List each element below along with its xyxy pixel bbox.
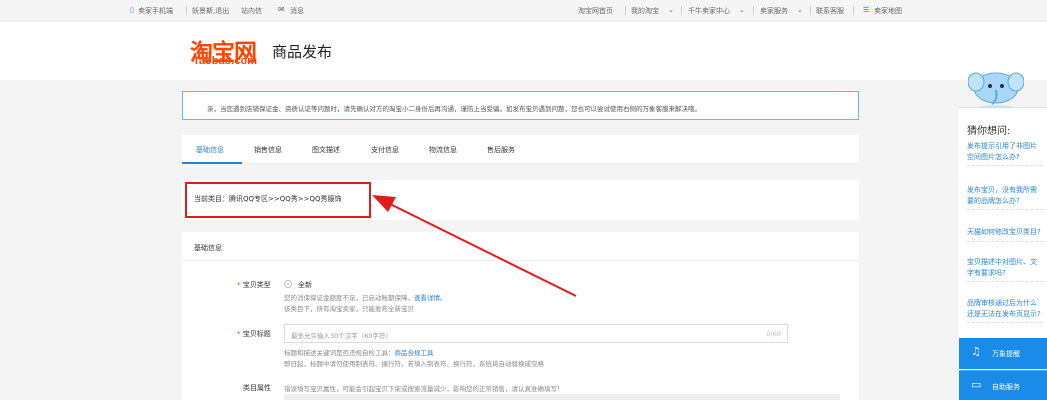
seller-center-menu[interactable]: 千牛卖家中心 <box>688 6 730 16</box>
divider <box>753 6 754 15</box>
title-tab-hint: 即日起，标题中请勿使用制表符、换行符。若填入制表符、换行符，系统将自动替换成空格 <box>284 360 544 368</box>
chevron-down-icon: ⌄ <box>739 6 745 14</box>
bell-icon: ♫ <box>971 345 981 358</box>
tab-basic-info[interactable]: 基础信息 <box>196 145 224 155</box>
item-type-label-text: 宝贝类型 <box>242 281 271 289</box>
form-tabs: 基础信息 销售信息 图文描述 支付信息 物流信息 售后服务 <box>182 135 859 164</box>
faq-item[interactable]: 天猫如何修改宝贝类目? <box>967 227 1043 242</box>
item-title-input[interactable]: 最多允许输入30个汉字（60字符） 0/60 <box>284 324 788 343</box>
compliance-tool-link[interactable]: 商品合规工具 <box>395 349 434 357</box>
seller-mobile-link[interactable]: 卖家手机端 <box>138 6 173 16</box>
arrow-head <box>372 195 396 212</box>
mascot-icon[interactable] <box>968 66 1024 110</box>
taobao-logo-en: Taobao.com <box>193 55 257 67</box>
divider <box>681 6 682 15</box>
divider <box>810 6 811 15</box>
contact-service-link[interactable]: 联系客服 <box>816 6 844 16</box>
mail-icon: ✉ <box>278 5 285 14</box>
chat-icon: ▭ <box>971 378 982 391</box>
annotation-highlight-box <box>185 182 371 218</box>
new-item-radio[interactable] <box>284 280 292 288</box>
top-bar: ▯ 卖家手机端 妖景斯,退出 站内信 ✉ 消息 淘宝网首页 我的淘宝 ⌄ 千牛卖… <box>0 0 1047 22</box>
self-service-button[interactable]: ▭ 自助服务 <box>959 370 1047 400</box>
faq-item[interactable]: 发布宝贝，没有我所需要的品牌怎么办? <box>967 185 1043 210</box>
category-new-only-hint: 该类目下，所有淘宝卖家，只能发布全新宝贝 <box>284 305 414 313</box>
divider <box>186 6 187 15</box>
tab-payment[interactable]: 支付信息 <box>371 145 399 155</box>
page-title: 商品发布 <box>272 43 333 61</box>
seller-sitemap-link[interactable]: 卖家地图 <box>874 6 902 16</box>
seller-service-menu[interactable]: 卖家服务 <box>760 6 788 16</box>
self-service-label: 自助服务 <box>992 383 1020 391</box>
item-title-label-text: 宝贝标题 <box>242 330 271 338</box>
attr-panel <box>284 394 840 400</box>
inbox-link[interactable]: 站内信 <box>241 6 262 16</box>
alert-button[interactable]: ♫ 万象提醒 <box>959 338 1047 369</box>
tab-sales-info[interactable]: 销售信息 <box>254 145 282 155</box>
item-title-label: * 宝贝标题 <box>237 330 271 338</box>
sidebar-title: 猜你想问: <box>967 126 1011 137</box>
title-check-hint: 标题和描述关键词是否违规自检工具：商品合规工具 <box>284 347 434 357</box>
security-notice: 亲，当您遇到店铺保证金、资质认证等问题时，请先确认对方的淘宝小二身份后再沟通，谨… <box>182 91 859 120</box>
new-item-option[interactable]: 全新 <box>298 280 312 290</box>
message-link[interactable]: 消息 <box>290 6 304 16</box>
my-taobao-menu[interactable]: 我的淘宝 <box>631 6 659 16</box>
alert-button-label: 万象提醒 <box>992 350 1020 358</box>
faq-item[interactable]: 宝贝描述中对图片、文字有要求吗? <box>967 257 1043 282</box>
active-tab-indicator <box>182 162 242 164</box>
mobile-icon: ▯ <box>130 6 134 14</box>
taobao-home-link[interactable]: 淘宝网首页 <box>578 6 613 16</box>
tab-logistics[interactable]: 物流信息 <box>429 145 457 155</box>
title-check-text: 标题和描述关键词是否违规自检工具： <box>284 349 395 357</box>
arrow-line <box>381 199 577 297</box>
tab-after-sales[interactable]: 售后服务 <box>487 145 515 155</box>
divider <box>625 6 626 15</box>
title-char-counter: 0/60 <box>766 330 781 338</box>
item-type-label: * 宝贝类型 <box>237 281 271 289</box>
faq-item[interactable]: 品牌审核通过后为什么还是无法在发布页显示? <box>967 298 1043 323</box>
section-title: 基础信息 <box>194 244 222 252</box>
menu-icon: ☰ <box>863 6 870 14</box>
divider <box>853 6 854 15</box>
help-sidebar: 猜你想问: 发布提示引用了非图片空间图片怎么办? 发布宝贝，没有我所需要的品牌怎… <box>959 107 1047 400</box>
tab-description[interactable]: 图文描述 <box>312 145 340 155</box>
page-header <box>0 22 1047 80</box>
annotation-arrow <box>372 195 577 297</box>
category-attr-hint: 错误填写宝贝属性，可能会引起宝贝下架或搜索流量减少，影响您的正常销售，请认真准确… <box>284 385 564 393</box>
category-attr-label: 类目属性 <box>243 384 271 392</box>
title-placeholder: 最多允许输入30个汉字（60字符） <box>291 332 393 340</box>
chevron-down-icon: ⌄ <box>668 6 674 14</box>
faq-item[interactable]: 发布提示引用了非图片空间图片怎么办? <box>967 141 1043 166</box>
chevron-down-icon: ⌄ <box>797 6 803 14</box>
user-logout-link[interactable]: 妖景斯,退出 <box>192 6 229 16</box>
